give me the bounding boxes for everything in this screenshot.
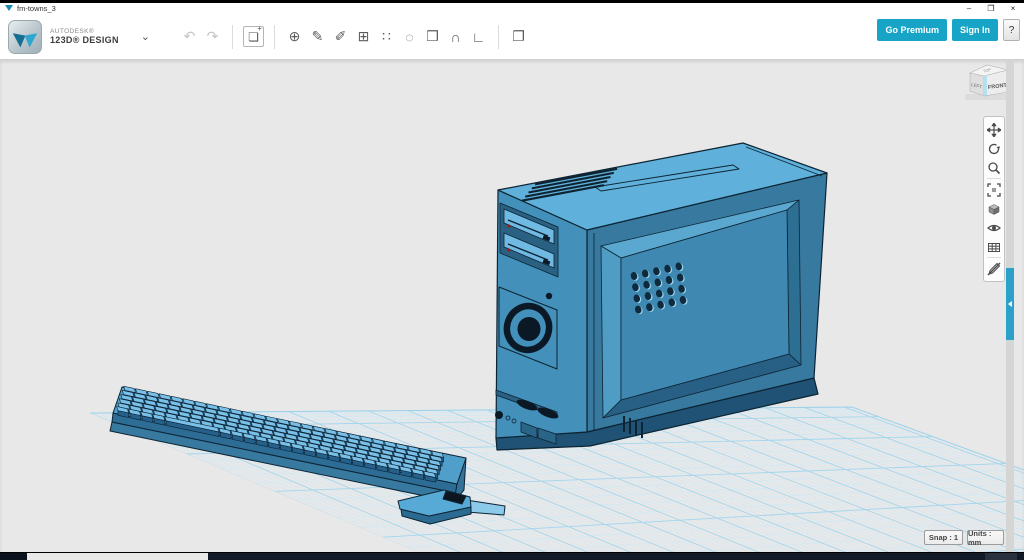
brand-text: AUTODESK® 123D® DESIGN <box>50 28 119 46</box>
toolbar-separator <box>274 25 275 49</box>
toolbar-separator <box>498 25 499 49</box>
orbit-icon <box>987 142 1001 156</box>
help-button[interactable]: ? <box>1003 19 1020 41</box>
collapsed-panel-strip <box>1006 60 1014 552</box>
taskbar-segment <box>985 553 1017 560</box>
scene-canvas[interactable]: FRONT LEFT TOP <box>0 60 1024 552</box>
units-setting-button[interactable]: Units : mm <box>967 530 1004 545</box>
view-cube[interactable]: FRONT LEFT TOP <box>965 65 1011 100</box>
tower-model[interactable] <box>495 143 827 450</box>
orbit-button[interactable] <box>985 139 1003 158</box>
taskbar-sliver <box>0 552 1024 560</box>
pan-button[interactable] <box>985 120 1003 139</box>
restore-button[interactable]: ❐ <box>980 3 1002 14</box>
shading-button[interactable] <box>985 199 1003 218</box>
brand-company: AUTODESK® <box>50 28 119 35</box>
minimize-button[interactable]: – <box>958 3 980 14</box>
sign-in-button[interactable]: Sign In <box>952 19 998 41</box>
nav-separator <box>987 178 1001 179</box>
nav-separator <box>987 257 1001 258</box>
brand-product: 123D® DESIGN <box>50 35 119 45</box>
pattern-button[interactable]: ∷ <box>379 28 394 45</box>
close-button[interactable]: × <box>1002 3 1024 14</box>
window-controls: – ❐ × <box>958 3 1024 14</box>
panel-drawer-handle[interactable] <box>1006 268 1014 340</box>
construct-button[interactable]: ✐ <box>333 28 348 45</box>
plus-icon: + <box>257 24 262 33</box>
zoom-button[interactable] <box>985 158 1003 177</box>
fit-view-button[interactable] <box>985 180 1003 199</box>
shading-cube-icon <box>987 202 1001 216</box>
3d-viewport[interactable]: FRONT LEFT TOP <box>0 60 1024 552</box>
viewcube-highlight-edge <box>983 75 987 96</box>
grouping-button[interactable]: ◌ <box>402 29 417 45</box>
keyboard-model[interactable] <box>110 386 466 502</box>
go-premium-button[interactable]: Go Premium <box>877 19 947 41</box>
zoom-icon <box>987 161 1001 175</box>
menubar: AUTODESK® 123D® DESIGN ⌄ ↶ ↷ ❏ + ⊕ ✎ ✐ ⊞… <box>0 14 1024 60</box>
grid-toggle-button[interactable] <box>985 237 1003 256</box>
show-hide-button[interactable] <box>985 218 1003 237</box>
undo-button[interactable]: ↶ <box>182 28 197 45</box>
app-menu[interactable]: AUTODESK® 123D® DESIGN ⌄ <box>8 20 166 54</box>
navigation-toolbar <box>983 116 1005 282</box>
eye-icon <box>987 221 1001 235</box>
primitives-button[interactable]: ❏ + <box>243 26 264 47</box>
grid-icon <box>987 240 1001 254</box>
app-icon <box>5 5 13 12</box>
app-logo <box>8 20 42 54</box>
main-toolbar: ↶ ↷ ❏ + ⊕ ✎ ✐ ⊞ ∷ ◌ ❒ ∩ ∟ ❐ <box>178 25 530 49</box>
snap-button[interactable]: ∩ <box>448 29 463 45</box>
account-area: Go Premium Sign In ? <box>877 19 1020 41</box>
hide-sketches-button[interactable] <box>985 259 1003 278</box>
fit-icon <box>987 183 1001 197</box>
taskbar-segment <box>0 553 27 560</box>
pan-icon <box>987 123 1001 137</box>
material-button[interactable]: ❐ <box>511 28 526 45</box>
chevron-down-icon[interactable]: ⌄ <box>141 30 150 43</box>
measure-button[interactable]: ∟ <box>471 29 486 45</box>
app-window: fm-towns_3 – ❐ × AUTODESK® 123D® DESIGN … <box>0 0 1024 560</box>
window-title: fm-towns_3 <box>17 4 56 13</box>
transform-button[interactable]: ⊕ <box>287 28 302 45</box>
taskbar-segment <box>27 553 208 560</box>
toolbar-separator <box>232 25 233 49</box>
sketch-button[interactable]: ✎ <box>310 28 325 45</box>
modify-button[interactable]: ⊞ <box>356 28 371 45</box>
combine-button[interactable]: ❒ <box>425 28 440 45</box>
titlebar[interactable]: fm-towns_3 – ❐ × <box>0 3 1024 14</box>
hide-sketch-icon <box>987 262 1001 276</box>
redo-button[interactable]: ↷ <box>205 28 220 45</box>
snap-setting-button[interactable]: Snap : 1 <box>924 530 963 545</box>
